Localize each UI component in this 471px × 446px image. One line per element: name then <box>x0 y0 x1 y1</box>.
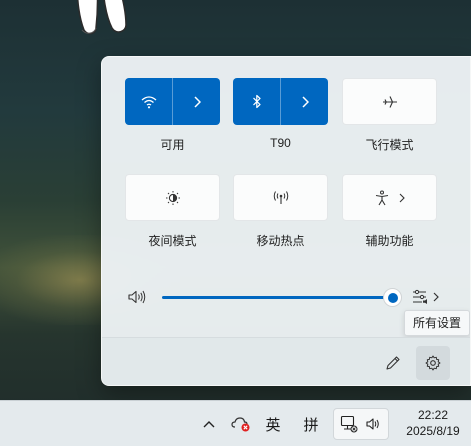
chevron-up-icon <box>203 421 215 428</box>
quick-settings-panel: 可用 T90 飞行模式 夜间模式 移动热点 辅助功能 所有设置 <box>101 56 471 386</box>
speaker-icon[interactable] <box>128 290 146 304</box>
bluetooth-tile[interactable] <box>233 78 328 125</box>
mobile-hotspot-tile-label: 移动热点 <box>256 234 305 248</box>
accessibility-tile[interactable] <box>342 174 437 221</box>
mascot-image <box>77 0 127 35</box>
onedrive-status-button[interactable] <box>228 401 254 446</box>
quick-settings-footer <box>102 337 470 385</box>
speaker-icon <box>366 418 379 430</box>
ime-mode-button[interactable]: 拼 <box>298 401 324 446</box>
wifi-expand-button[interactable] <box>173 78 220 125</box>
taskbar-clock[interactable]: 22:22 2025/8/19 <box>396 407 470 439</box>
chevron-right-icon <box>301 95 309 108</box>
airplane-mode-tile-label: 飞行模式 <box>365 138 414 152</box>
volume-slider-thumb[interactable] <box>383 288 402 307</box>
bluetooth-expand-button[interactable] <box>281 78 328 125</box>
audio-settings-icon <box>413 289 439 304</box>
show-hidden-icons-button[interactable] <box>196 401 222 446</box>
all-settings-tooltip: 所有设置 <box>404 310 470 336</box>
bluetooth-toggle-button[interactable] <box>233 78 280 125</box>
all-settings-button[interactable] <box>416 346 450 380</box>
night-light-icon <box>165 190 180 205</box>
bluetooth-icon <box>252 94 261 109</box>
wifi-tile-label: 可用 <box>160 138 185 152</box>
wifi-toggle-button[interactable] <box>125 78 172 125</box>
volume-slider-track[interactable] <box>162 296 394 299</box>
chevron-right-icon <box>399 193 405 202</box>
network-icon <box>340 415 358 433</box>
night-light-tile[interactable] <box>125 174 220 221</box>
ime-language-button[interactable]: 英 <box>260 401 286 446</box>
bluetooth-tile-label: T90 <box>270 136 291 150</box>
clock-time: 22:22 <box>417 408 449 422</box>
mobile-hotspot-tile[interactable] <box>233 174 328 221</box>
network-volume-tray-button[interactable] <box>333 408 389 440</box>
accessibility-icon <box>375 190 388 205</box>
gear-icon <box>425 355 441 371</box>
edit-quick-settings-button[interactable] <box>376 346 410 380</box>
chevron-right-icon <box>193 95 201 108</box>
taskbar: 英 拼 22:22 2025/8/19 <box>0 400 471 446</box>
pencil-icon <box>386 356 400 370</box>
audio-output-settings-button[interactable] <box>412 289 442 308</box>
wifi-tile[interactable] <box>125 78 220 125</box>
volume-row <box>102 285 470 309</box>
hotspot-icon <box>273 190 288 204</box>
airplane-icon <box>382 95 397 108</box>
accessibility-tile-label: 辅助功能 <box>365 234 414 248</box>
wifi-icon <box>141 95 156 108</box>
clock-date: 2025/8/19 <box>406 424 460 438</box>
night-light-tile-label: 夜间模式 <box>148 234 197 248</box>
airplane-mode-tile[interactable] <box>342 78 437 125</box>
cloud-error-icon <box>231 417 250 432</box>
